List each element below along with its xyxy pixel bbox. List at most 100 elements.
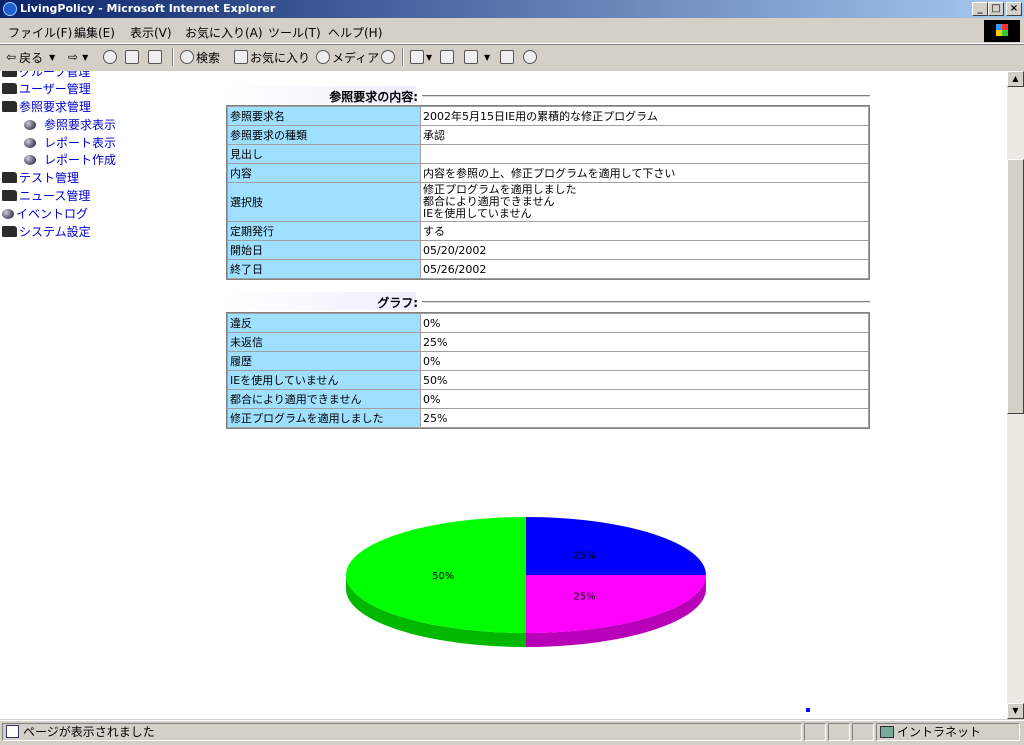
nav-item-event-log[interactable]: イベントログ — [2, 205, 88, 222]
nav-item-ref-view[interactable]: 参照要求表示 — [24, 116, 116, 133]
stop-button[interactable] — [103, 48, 119, 66]
vertical-scrollbar[interactable]: ▲ ▼ — [1007, 71, 1024, 719]
dropdown-icon: ▼ — [484, 52, 491, 62]
menu-file[interactable]: ファイル(F) — [8, 24, 72, 41]
nav-item-system-settings[interactable]: システム設定 — [2, 223, 91, 240]
row-value: する — [421, 222, 868, 240]
nav-item-test-mgmt[interactable]: テスト管理 — [2, 169, 79, 186]
nav-item-group-mgmt[interactable]: グループ管理 — [2, 71, 90, 80]
pie-slice-1 — [526, 575, 706, 633]
zone-cell: イントラネット — [876, 723, 1020, 741]
row-key: 参照要求名 — [228, 107, 420, 125]
bullet-icon — [24, 154, 36, 165]
table-row: 内容 内容を参照の上、修正プログラムを適用して下さい — [228, 164, 868, 182]
table-row: 違反 0% — [228, 314, 868, 332]
intranet-icon — [880, 726, 894, 738]
page-icon — [6, 725, 19, 738]
media-label: メディア — [332, 50, 380, 65]
page-content: グループ管理 ユーザー管理 参照要求管理 参照要求表示 レポート表示 レポート作… — [0, 71, 1007, 719]
search-button[interactable]: 検索 — [180, 48, 220, 66]
menu-favorites[interactable]: お気に入り(A) — [185, 24, 263, 41]
nav-item-news-mgmt[interactable]: ニュース管理 — [2, 187, 90, 204]
home-icon — [148, 50, 162, 64]
menu-edit[interactable]: 編集(E) — [74, 24, 115, 41]
bullet-icon — [24, 137, 36, 148]
row-value — [421, 145, 868, 163]
nav-label: ニュース管理 — [19, 189, 91, 203]
refresh-button[interactable] — [125, 48, 141, 66]
scroll-up-icon[interactable]: ▲ — [1007, 71, 1024, 87]
graph-section-header: グラフ: — [226, 292, 870, 310]
status-cell-blank — [828, 723, 850, 741]
discuss-button[interactable] — [500, 48, 516, 66]
ie-icon — [3, 2, 17, 16]
messenger-button[interactable] — [523, 48, 539, 66]
row-value: 50% — [421, 371, 868, 389]
close-button[interactable]: × — [1006, 2, 1022, 16]
mail-button[interactable]: ▼ — [410, 48, 432, 66]
row-key: 履歴 — [228, 352, 420, 370]
status-cell-blank — [852, 723, 874, 741]
request-section-title: 参照要求の内容: — [329, 90, 418, 104]
row-key: 定期発行 — [228, 222, 420, 240]
media-button[interactable]: メディア — [316, 48, 379, 66]
windows-logo — [984, 20, 1020, 42]
table-row: 定期発行 する — [228, 222, 868, 240]
graph-section-title: グラフ: — [377, 296, 418, 310]
status-text-cell: ページが表示されました — [2, 723, 802, 741]
menu-view[interactable]: 表示(V) — [130, 24, 172, 41]
table-row: 修正プログラムを適用しました 25% — [228, 409, 868, 427]
nav-label: レポート作成 — [44, 153, 117, 167]
pie-slice-0 — [526, 517, 706, 575]
title-bar: LivingPolicy - Microsoft Internet Explor… — [0, 0, 1024, 18]
table-row: 開始日 05/20/2002 — [228, 241, 868, 259]
row-key: 選択肢 — [228, 183, 420, 221]
restore-button[interactable]: □ — [988, 2, 1004, 16]
favorites-label: お気に入り — [250, 50, 311, 65]
nav-item-report-create[interactable]: レポート作成 — [24, 151, 116, 168]
nav-label: グループ管理 — [19, 71, 91, 79]
history-button[interactable] — [381, 48, 397, 66]
row-key: 見出し — [228, 145, 420, 163]
menu-help[interactable]: ヘルプ(H) — [328, 24, 382, 41]
table-row: 選択肢 修正プログラムを適用しました 都合により適用できません IEを使用していません — [228, 183, 868, 221]
nav-item-ref-mgmt[interactable]: 参照要求管理 — [2, 98, 91, 115]
status-bar: ページが表示されました イントラネット — [0, 720, 1024, 745]
folder-icon — [2, 83, 17, 94]
row-key: 修正プログラムを適用しました — [228, 409, 420, 427]
minimize-button[interactable]: _ — [972, 2, 988, 16]
messenger-icon — [523, 50, 537, 64]
status-text: ページが表示されました — [23, 725, 155, 739]
history-icon — [381, 50, 395, 64]
mail-icon — [410, 50, 424, 64]
folder-icon — [2, 71, 17, 77]
row-value: 25% — [421, 333, 868, 351]
table-row: 都合により適用できません 0% — [228, 390, 868, 408]
nav-item-user-mgmt[interactable]: ユーザー管理 — [2, 80, 91, 97]
forward-button[interactable]: ⇨ ▼ — [68, 48, 88, 66]
row-value: 0% — [421, 390, 868, 408]
print-button[interactable] — [440, 48, 456, 66]
pie-label-0: 25% — [573, 550, 595, 561]
zone-text: イントラネット — [897, 725, 982, 739]
folder-icon — [2, 226, 17, 237]
print-icon — [440, 50, 454, 64]
folder-icon — [2, 172, 17, 183]
bullet-icon — [2, 208, 14, 219]
favorites-icon — [234, 50, 248, 64]
stop-icon — [103, 50, 117, 64]
nav-item-report-view[interactable]: レポート表示 — [24, 134, 116, 151]
divider — [422, 95, 870, 97]
menu-tools[interactable]: ツール(T) — [268, 24, 321, 41]
row-value: 25% — [421, 409, 868, 427]
home-button[interactable] — [148, 48, 164, 66]
row-value: 承認 — [421, 126, 868, 144]
forward-arrow-icon: ⇨ — [68, 50, 79, 64]
scroll-thumb[interactable] — [1007, 159, 1024, 414]
back-button[interactable]: ⇦ 戻る ▼ — [6, 48, 55, 66]
favorites-button[interactable]: お気に入り — [234, 48, 310, 66]
row-key: 参照要求の種類 — [228, 126, 420, 144]
scroll-down-icon[interactable]: ▼ — [1007, 703, 1024, 719]
edit-button[interactable]: ▼ — [464, 48, 490, 66]
row-key: 都合により適用できません — [228, 390, 420, 408]
